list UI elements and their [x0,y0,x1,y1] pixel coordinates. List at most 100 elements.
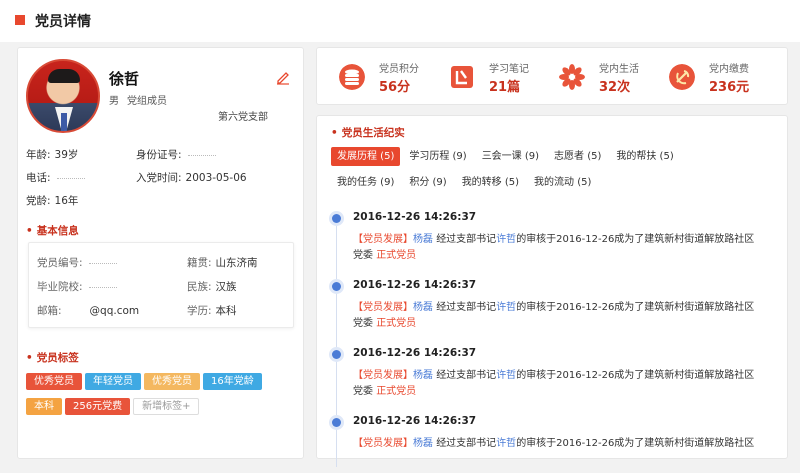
stat-label: 学习笔记 [489,64,529,75]
event-member-link[interactable]: 杨磊 [413,234,433,245]
timeline-dot [332,214,341,223]
edu-value: 本科 [215,305,237,317]
school-value [88,286,117,288]
member-no-row: 党员编号: [37,255,117,270]
member-name: 徐哲 [109,70,140,88]
tag-item[interactable]: 256元党费 [65,398,131,415]
event-secretary-link[interactable]: 许哲 [496,370,516,381]
phone-label: 电话: [26,172,51,184]
event-status: 正式党员 [376,250,417,261]
phone-row: 电话: [26,170,85,185]
tag-list: 优秀党员 年轻党员 优秀党员 16年党龄 本科 256元党费 新增标签+ [26,373,296,423]
member-branch: 第六党支部 [218,112,268,123]
event-time: 2016-12-26 14:26:37 [353,347,477,359]
event-tag: 【党员发展】 [353,370,413,381]
event-mid1: 经过支部书记 [436,438,497,449]
edit-icon[interactable] [275,69,291,85]
event-time: 2016-12-26 14:26:37 [353,415,477,427]
stat-label: 党员积分 [379,64,419,75]
native-value: 山东济南 [215,257,258,269]
member-role: 党组成员 [127,96,167,107]
tab-meetings[interactable]: 三会一课 (9) [476,147,545,166]
event-time: 2016-12-26 14:26:37 [353,279,477,291]
tag-item[interactable]: 16年党龄 [203,373,262,390]
event-tag: 【党员发展】 [353,302,413,313]
event-status: 正式党员 [376,386,417,397]
school-row: 毕业院校: [37,279,117,294]
email-label: 邮箱: [37,305,62,317]
add-tag-button[interactable]: 新增标签+ [133,398,200,415]
join-row: 入党时间: 2003-05-06 [136,170,247,185]
event-mid1: 经过支部书记 [436,234,497,245]
join-date: 2003-05-06 [185,172,247,184]
tab-tasks[interactable]: 我的任务 (9) [331,173,400,192]
native-row: 籍贯: 山东济南 [187,255,258,270]
event-member-link[interactable]: 杨磊 [413,438,433,449]
event-text: 【党员发展】杨磊 经过支部书记许哲的审核于2016-12-26成为了建筑新村街道… [353,436,763,452]
stat-notes[interactable]: 学习笔记 21篇 [449,58,559,98]
timeline-dot [332,418,341,427]
basic-info-box: 党员编号: 籍贯: 山东济南 毕业院校: 民族: 汉族 邮箱: @qq.com 学历:… [28,242,294,328]
age-value: 39岁 [54,149,79,161]
event-mid1: 经过支部书记 [436,370,497,381]
tab-transfer[interactable]: 我的转移 (5) [456,173,525,192]
ethnic-row: 民族: 汉族 [187,279,237,294]
party-age-row: 党龄: 16年 [26,193,78,208]
member-subtitle: 男党组成员 [109,92,175,107]
member-no-label: 党员编号: [37,257,83,269]
school-label: 毕业院校: [37,281,83,293]
stat-life[interactable]: 党内生活 32次 [559,58,669,98]
coins-icon [339,64,365,90]
member-gender: 男 [109,96,119,107]
stat-value: 236元 [709,80,750,95]
stat-value: 32次 [599,80,631,95]
event-text: 【党员发展】杨磊 经过支部书记许哲的审核于2016-12-26成为了建筑新村街道… [353,368,763,400]
age-row: 年龄: 39岁 [26,147,78,162]
event-secretary-link[interactable]: 许哲 [496,438,516,449]
member-no-value [88,262,117,264]
event-secretary-link[interactable]: 许哲 [496,302,516,313]
phone-value [56,177,85,179]
tag-item[interactable]: 本科 [26,398,62,415]
stats-card: 党员积分 56分 学习笔记 21篇 党内生活 32次 党内缴费 236元 [316,47,788,105]
stat-label: 党内缴费 [709,64,749,75]
party-age-value: 16年 [54,195,79,207]
avatar-hair [48,69,80,83]
timeline-line [336,217,337,467]
event-mid2: 的审核于2016-12-26成为了建筑新村街道解放路社区 [516,438,755,449]
tag-item[interactable]: 优秀党员 [144,373,200,390]
tag-item[interactable]: 年轻党员 [85,373,141,390]
tab-points[interactable]: 积分 (9) [403,173,452,192]
event-status: 正式党员 [376,318,417,329]
event-secretary-link[interactable]: 许哲 [496,234,516,245]
event-text: 【党员发展】杨磊 经过支部书记许哲的审核于2016-12-26成为了建筑新村街道… [353,300,763,332]
stat-fees[interactable]: 党内缴费 236元 [669,58,779,98]
party-age-label: 党龄: [26,195,51,207]
ethnic-value: 汉族 [215,281,237,293]
tab-mobility[interactable]: 我的流动 (5) [528,173,597,192]
tab-volunteer[interactable]: 志愿者 (5) [548,147,607,166]
tag-item[interactable]: 优秀党员 [26,373,82,390]
age-label: 年龄: [26,149,51,161]
join-label: 入党时间: [136,172,182,184]
event-tag: 【党员发展】 [353,438,413,449]
tags-title: 党员标签 [26,350,79,365]
page-header: 党员详情 [0,0,800,42]
email-value: @qq.com [89,305,140,317]
event-time: 2016-12-26 14:26:37 [353,211,477,223]
page-title: 党员详情 [35,14,91,30]
basic-info-title: 基本信息 [26,223,79,238]
event-mid1: 经过支部书记 [436,302,497,313]
life-record-title: 党员生活纪实 [331,125,405,140]
ethnic-label: 民族: [187,281,212,293]
tab-study[interactable]: 学习历程 (9) [403,147,472,166]
event-member-link[interactable]: 杨磊 [413,370,433,381]
event-member-link[interactable]: 杨磊 [413,302,433,313]
stat-points[interactable]: 党员积分 56分 [339,58,449,98]
life-record-card: 党员生活纪实 发展历程 (5)学习历程 (9)三会一课 (9)志愿者 (5)我的… [316,115,788,467]
id-value [187,154,216,156]
stat-value: 56分 [379,80,411,95]
tab-assistance[interactable]: 我的帮扶 (5) [610,147,679,166]
tab-development[interactable]: 发展历程 (5) [331,147,401,166]
party-emblem-icon [669,64,695,90]
